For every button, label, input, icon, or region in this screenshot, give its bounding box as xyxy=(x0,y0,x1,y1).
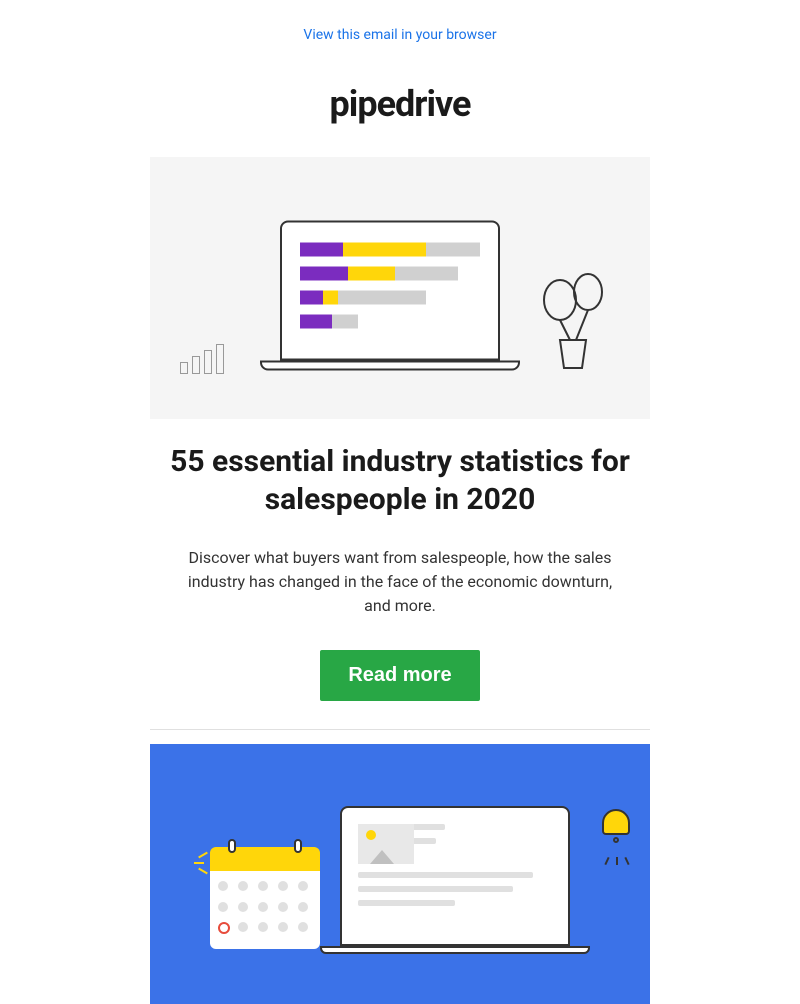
laptop-icon xyxy=(280,221,520,371)
article-body: Discover what buyers want from salespeop… xyxy=(150,546,650,618)
plant-icon xyxy=(540,270,610,374)
calendar-icon xyxy=(210,847,320,949)
mini-bar-chart-icon xyxy=(180,344,224,374)
image-thumbnail-icon xyxy=(358,824,414,864)
read-more-button[interactable]: Read more xyxy=(320,650,479,701)
hero-illustration-calendar xyxy=(150,744,650,1004)
hero-illustration-stats xyxy=(150,157,650,419)
bell-icon xyxy=(602,809,630,843)
section-divider xyxy=(150,729,650,730)
view-in-browser-link[interactable]: View this email in your browser xyxy=(303,27,496,43)
laptop-icon xyxy=(340,806,590,954)
brand-logo: pipedrive xyxy=(150,83,650,125)
article-headline: 55 essential industry statistics for sal… xyxy=(150,443,650,518)
